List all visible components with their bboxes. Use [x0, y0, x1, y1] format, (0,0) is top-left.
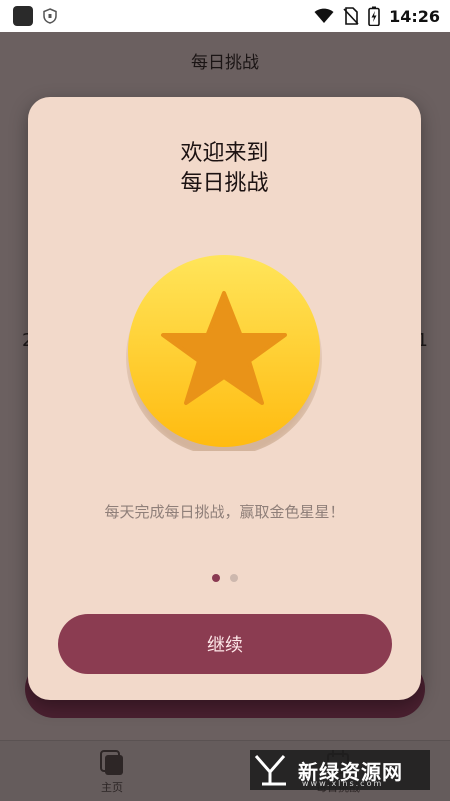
status-time: 14:26 — [389, 6, 440, 26]
dialog-title-line1: 欢迎来到 — [180, 141, 269, 166]
gold-star-coin-icon — [126, 255, 322, 451]
nav-label-home: 主页 — [101, 781, 123, 794]
home-cards-icon — [100, 750, 123, 775]
dialog-title-line2: 每日挑战 — [180, 171, 269, 196]
page-header: 每日挑战 — [0, 32, 450, 88]
watermark: 新绿资源网 www.xlhs.com — [250, 750, 430, 790]
page-title: 每日挑战 — [191, 52, 259, 73]
nav-item-home[interactable]: 主页 — [72, 747, 152, 795]
wifi-icon — [314, 8, 334, 23]
status-bar: 14:26 — [0, 0, 450, 32]
no-sim-icon — [343, 7, 359, 25]
pager-indicator — [28, 574, 421, 582]
watermark-logo-icon — [254, 755, 286, 786]
shield-icon — [43, 8, 57, 24]
welcome-dialog: 欢迎来到 每日挑战 每天完成每日挑战，赢取金色星星！ 继续 — [28, 97, 421, 700]
dialog-title: 欢迎来到 每日挑战 — [28, 139, 421, 199]
continue-button[interactable]: 继续 — [58, 614, 392, 674]
pager-dot[interactable] — [229, 574, 238, 582]
dialog-description: 每天完成每日挑战，赢取金色星星！ — [104, 503, 345, 521]
pager-dot-active[interactable] — [211, 574, 220, 582]
battery-charging-icon — [368, 6, 380, 26]
watermark-url: www.xlhs.com — [302, 779, 384, 788]
app-icon — [13, 6, 33, 26]
